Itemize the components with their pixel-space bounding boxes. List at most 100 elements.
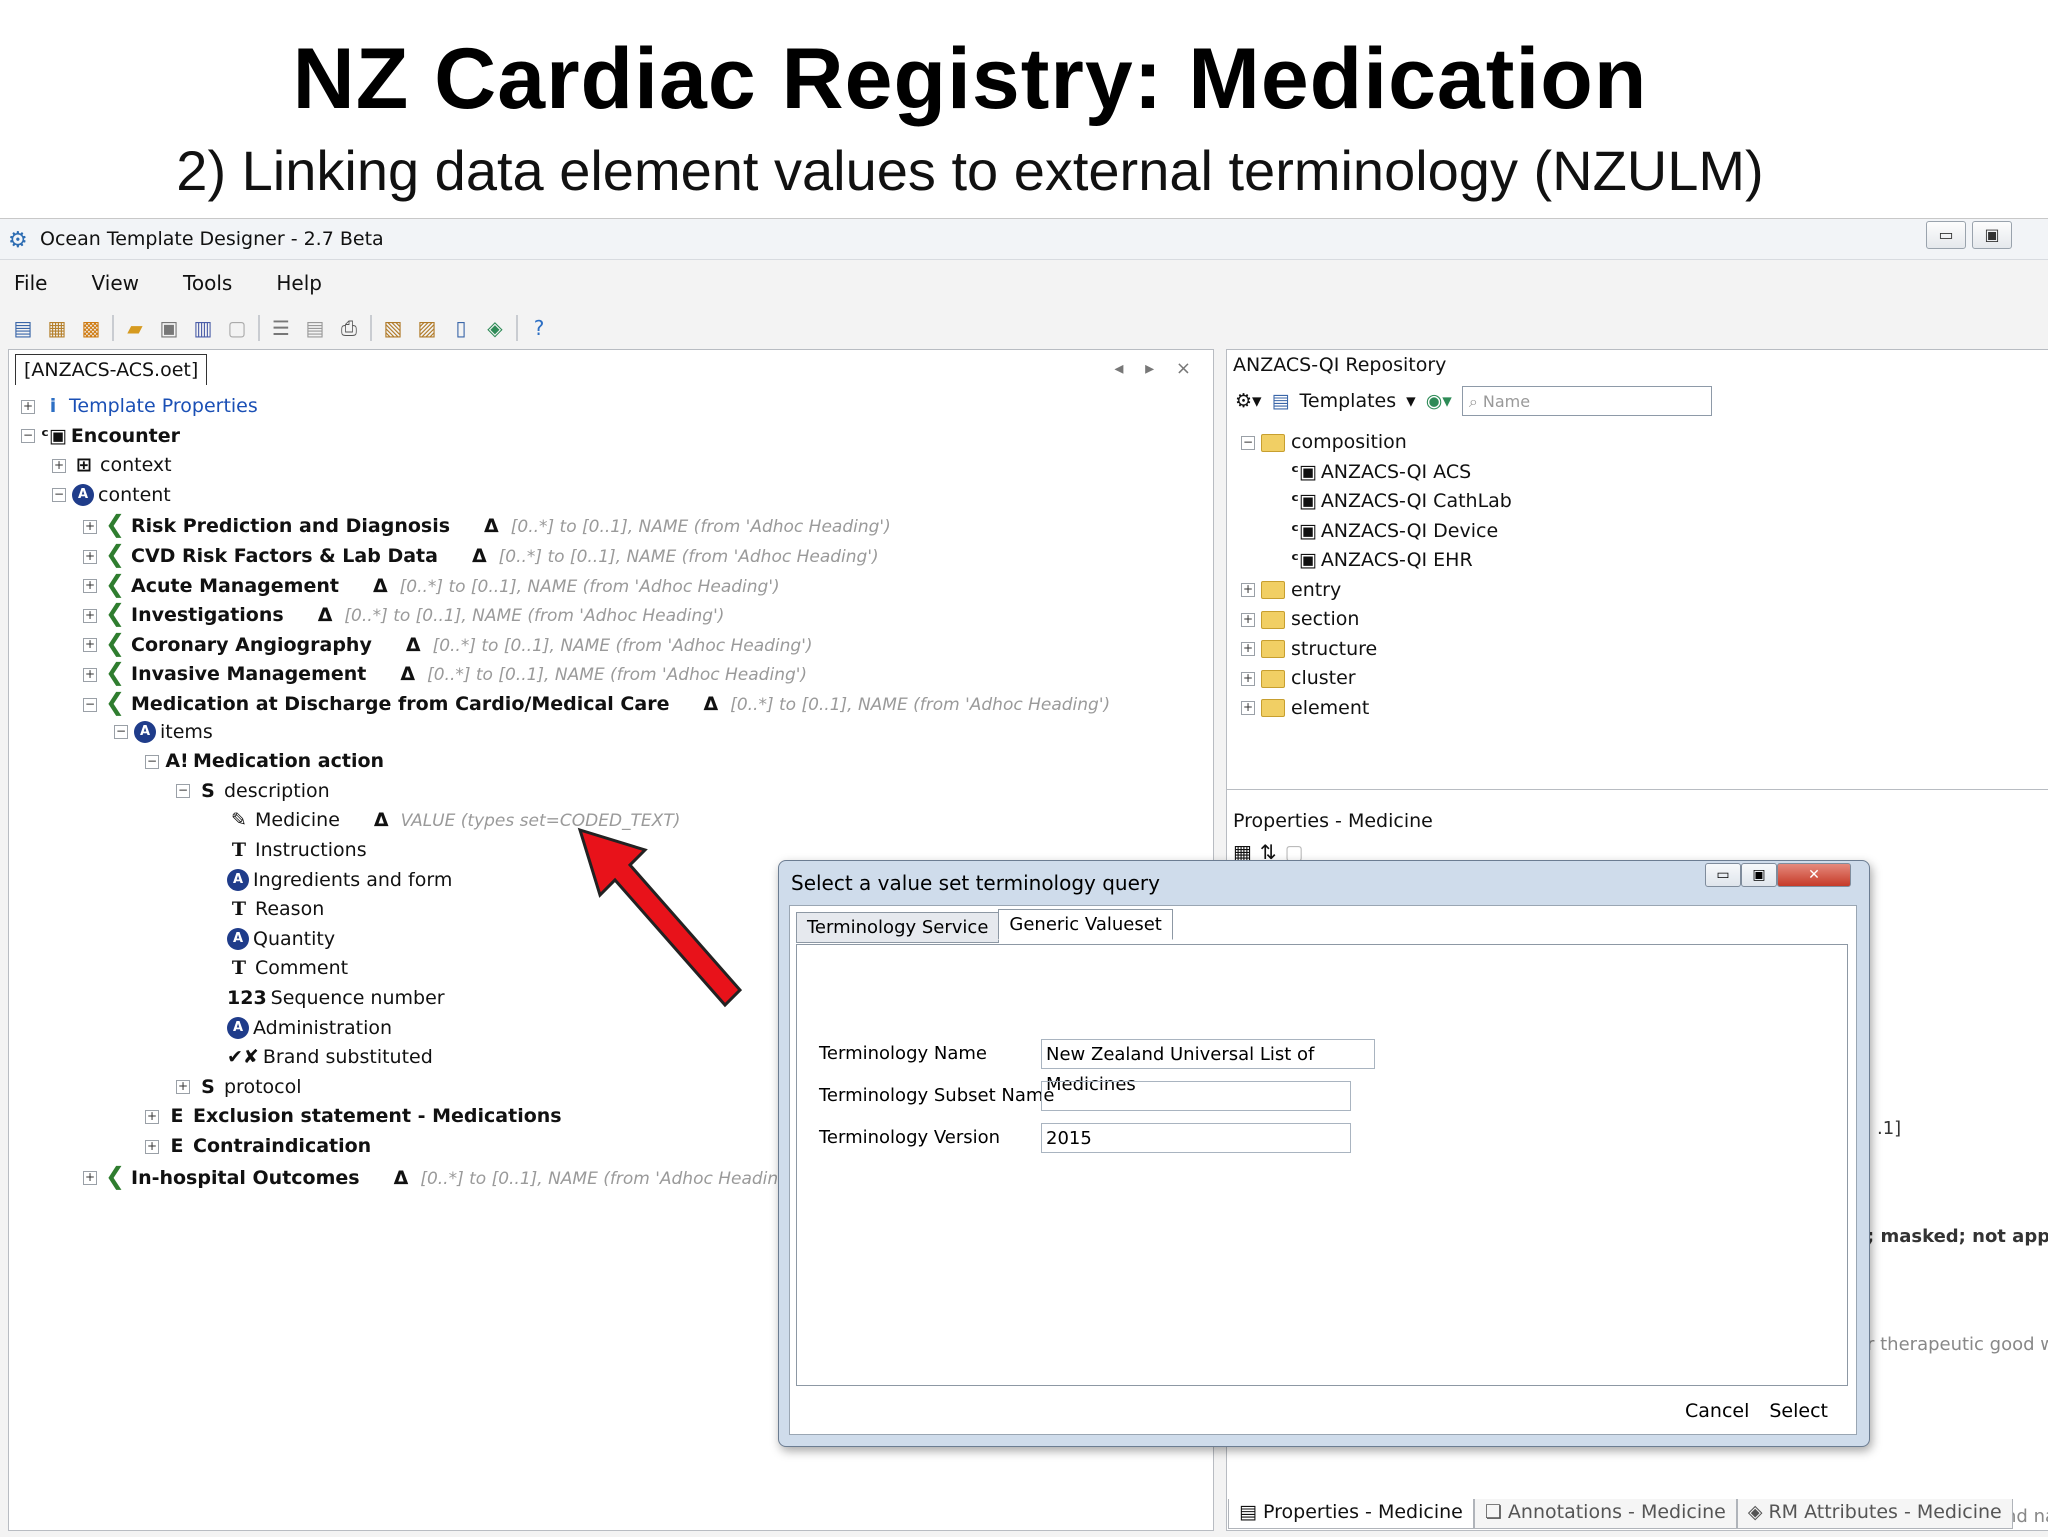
- maximize-button[interactable]: ▣: [1972, 221, 2012, 249]
- template-tree-node[interactable]: − ᶜ▣ Encounter: [21, 422, 180, 450]
- repository-tree-node[interactable]: − composition: [1241, 428, 1407, 456]
- tab-properties[interactable]: ▤ Properties - Medicine: [1228, 1499, 1474, 1529]
- repository-tree-node[interactable]: + cluster: [1241, 664, 1356, 692]
- template-tree-node[interactable]: + ⊞ context: [52, 451, 172, 479]
- template-tree-node[interactable]: − Acontent: [52, 481, 171, 509]
- template-tree-node[interactable]: + E Contraindication: [145, 1132, 371, 1160]
- close-document-icon[interactable]: ▢: [224, 315, 250, 341]
- repository-tree-node[interactable]: ᶜ▣ ANZACS-QI CathLab: [1271, 487, 1512, 515]
- template-tree-node[interactable]: − Sdescription: [176, 777, 330, 805]
- document-tab[interactable]: [ANZACS-ACS.oet]: [15, 354, 208, 385]
- dialog-minimize-button[interactable]: ▭: [1705, 863, 1741, 887]
- dialog-close-button[interactable]: ✕: [1777, 863, 1851, 887]
- new-template-icon[interactable]: ▦: [44, 315, 70, 341]
- menu-tools[interactable]: Tools: [177, 267, 238, 299]
- template-tree-node[interactable]: ✔✘ Brand substituted: [207, 1043, 433, 1071]
- expand-icon[interactable]: +: [21, 399, 35, 414]
- save-all-icon[interactable]: ▥: [190, 315, 216, 341]
- expand-icon[interactable]: +: [83, 638, 97, 653]
- template-tree-node[interactable]: + ❮ Invasive Management Δ [0..*] to [0..1], …: [83, 658, 807, 686]
- tab-generic-valueset[interactable]: Generic Valueset: [998, 909, 1173, 940]
- menu-view[interactable]: View: [86, 267, 145, 299]
- globe-dropdown-icon[interactable]: ◉▾: [1426, 390, 1452, 412]
- menu-help[interactable]: Help: [270, 267, 328, 299]
- expand-icon[interactable]: +: [83, 519, 97, 534]
- pane-navigation-icons[interactable]: ◂ ▸ ×: [1114, 358, 1199, 379]
- tree-view-icon[interactable]: ☰: [268, 315, 294, 341]
- expand-icon[interactable]: +: [83, 667, 97, 682]
- help-icon[interactable]: ?: [526, 315, 552, 341]
- template-tree-node[interactable]: − A! Medication action: [145, 747, 384, 775]
- template-tree-node[interactable]: + i Template Properties: [21, 392, 258, 420]
- repository-tree-node[interactable]: + element: [1241, 694, 1369, 722]
- repository-search-input[interactable]: ⌕ Name: [1461, 386, 1712, 416]
- menu-file[interactable]: File: [8, 267, 53, 299]
- collapse-icon[interactable]: −: [83, 697, 97, 712]
- template-tree-node[interactable]: + ❮ Risk Prediction and Diagnosis Δ [0..*] t…: [83, 510, 891, 538]
- template-tree-node[interactable]: + E Exclusion statement - Medications: [145, 1102, 562, 1130]
- template-tree-node[interactable]: 123 Sequence number: [207, 984, 445, 1012]
- select-button[interactable]: Select: [1769, 1400, 1828, 1422]
- template-tree-node[interactable]: + ❮ CVD Risk Factors & Lab Data Δ [0..*] to …: [83, 540, 879, 568]
- repository-tree-node[interactable]: ᶜ▣ ANZACS-QI Device: [1271, 517, 1498, 545]
- expand-icon[interactable]: +: [52, 458, 66, 473]
- template-tree-node[interactable]: + ❮ Acute Management Δ [0..*] to [0..1], NAM…: [83, 570, 780, 598]
- import-icon[interactable]: ▨: [414, 315, 440, 341]
- tab-terminology-service[interactable]: Terminology Service: [796, 912, 1000, 943]
- collapse-icon[interactable]: −: [176, 784, 190, 799]
- print-icon[interactable]: ⎙: [336, 315, 362, 341]
- template-tree-node[interactable]: T Comment: [207, 954, 348, 982]
- terminology-version-input[interactable]: 2015: [1041, 1123, 1351, 1153]
- repository-tree-node[interactable]: + structure: [1241, 635, 1377, 663]
- collapse-icon[interactable]: −: [1241, 435, 1255, 450]
- settings-dropdown-icon[interactable]: ⚙▾: [1235, 390, 1262, 412]
- document-icon[interactable]: ▯: [448, 315, 474, 341]
- collapse-icon[interactable]: −: [114, 725, 128, 740]
- template-tree-node[interactable]: + Sprotocol: [176, 1073, 302, 1101]
- template-tree-node[interactable]: T Instructions: [207, 836, 367, 864]
- template-tree-node[interactable]: + ❮ In-hospital Outcomes Δ [0..*] to [0..1],…: [83, 1162, 800, 1190]
- expand-icon[interactable]: +: [83, 608, 97, 623]
- expand-icon[interactable]: +: [1241, 642, 1255, 656]
- tab-annotations[interactable]: ❏ Annotations - Medicine: [1473, 1499, 1737, 1529]
- expand-icon[interactable]: +: [83, 549, 97, 564]
- expand-icon[interactable]: +: [1241, 701, 1255, 715]
- expand-icon[interactable]: +: [1241, 583, 1255, 597]
- terminology-subset-name-input[interactable]: [1041, 1081, 1351, 1111]
- expand-icon[interactable]: +: [1241, 612, 1255, 627]
- package-icon[interactable]: ◈: [482, 315, 508, 341]
- template-tree-node[interactable]: A Quantity: [207, 925, 335, 953]
- collapse-icon[interactable]: −: [52, 488, 66, 503]
- save-icon[interactable]: ▣: [156, 315, 182, 341]
- terminology-name-input[interactable]: New Zealand Universal List of Medicines: [1041, 1039, 1375, 1095]
- repository-tree-node[interactable]: ᶜ▣ ANZACS-QI ACS: [1271, 458, 1471, 486]
- expand-icon[interactable]: +: [83, 579, 97, 594]
- minimize-button[interactable]: ▭: [1926, 221, 1966, 249]
- dialog-maximize-button[interactable]: ▣: [1741, 863, 1777, 887]
- template-tree-node[interactable]: + ❮ Investigations Δ [0..*] to [0..1], NAME …: [83, 599, 724, 627]
- template-tree-node[interactable]: A Administration: [207, 1014, 392, 1042]
- new-archetype-icon[interactable]: ▩: [78, 315, 104, 341]
- template-tree-node[interactable]: − Aitems: [114, 718, 213, 746]
- expand-icon[interactable]: +: [145, 1139, 159, 1154]
- repository-tree-node[interactable]: ᶜ▣ ANZACS-QI EHR: [1271, 546, 1473, 574]
- collapse-icon[interactable]: −: [21, 429, 35, 444]
- open-folder-icon[interactable]: ▰: [122, 315, 148, 341]
- expand-icon[interactable]: +: [145, 1109, 159, 1124]
- template-tree-node[interactable]: A Ingredients and form: [207, 866, 452, 894]
- template-tree-node[interactable]: + ❮ Coronary Angiography Δ [0..*] to [0..1],…: [83, 629, 813, 657]
- templates-dropdown[interactable]: Templates: [1300, 390, 1397, 412]
- collapse-icon[interactable]: −: [145, 754, 159, 769]
- expand-icon[interactable]: +: [1241, 671, 1255, 686]
- new-icon[interactable]: ▤: [10, 315, 36, 341]
- chevron-down-icon[interactable]: ▾: [1406, 390, 1416, 412]
- template-tree-node[interactable]: T Reason: [207, 895, 324, 923]
- expand-icon[interactable]: +: [176, 1080, 190, 1095]
- template-tree-node[interactable]: − ❮ Medication at Discharge from Cardio/Me…: [83, 688, 1110, 716]
- repository-tree-node[interactable]: + entry: [1241, 576, 1341, 604]
- export-icon[interactable]: ▧: [380, 315, 406, 341]
- preview-icon[interactable]: ▤: [302, 315, 328, 341]
- repository-tree-node[interactable]: + section: [1241, 605, 1359, 633]
- cancel-button[interactable]: Cancel: [1685, 1400, 1749, 1422]
- tab-rm-attributes[interactable]: ◈ RM Attributes - Medicine: [1736, 1499, 2013, 1529]
